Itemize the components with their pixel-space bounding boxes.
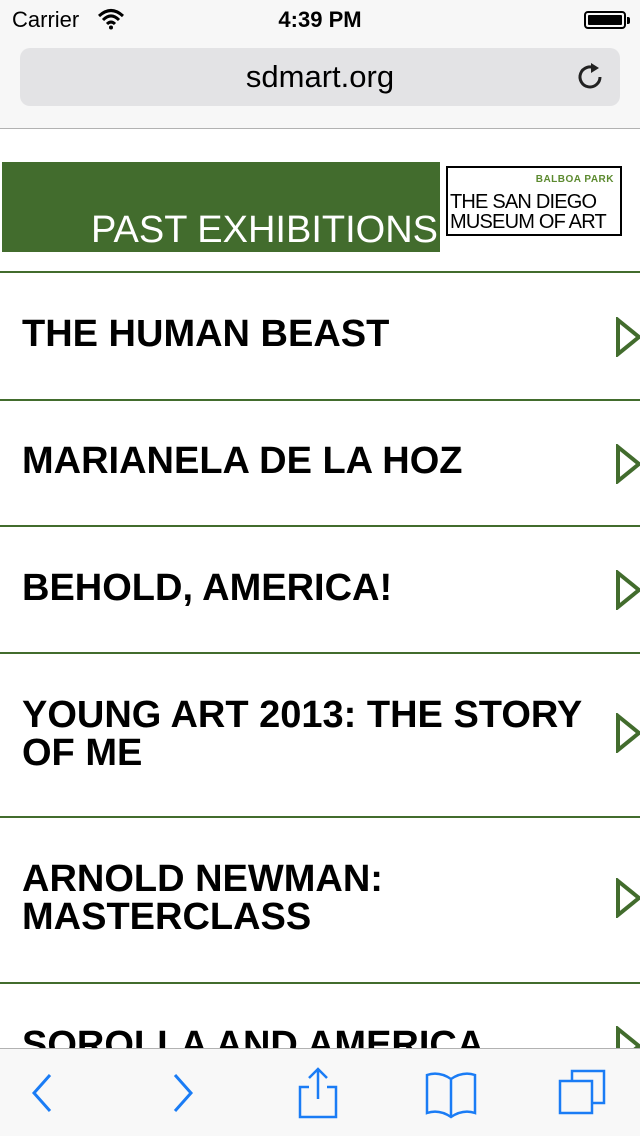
bookmarks-button[interactable] bbox=[423, 1065, 479, 1121]
chevron-right-icon bbox=[616, 570, 640, 610]
url-field[interactable]: sdmart.org bbox=[20, 48, 620, 106]
exhibition-title: THE HUMAN BEAST bbox=[22, 313, 390, 355]
exhibition-title: ARNOLD NEWMAN: MASTERCLASS bbox=[22, 858, 383, 938]
url-text: sdmart.org bbox=[245, 59, 395, 94]
back-icon bbox=[31, 1074, 52, 1112]
clock: 4:39 PM bbox=[278, 7, 362, 32]
chevron-right-icon bbox=[616, 317, 640, 357]
forward-button[interactable] bbox=[155, 1065, 211, 1121]
browser-address-bar: sdmart.org bbox=[0, 40, 640, 129]
back-button[interactable] bbox=[14, 1065, 70, 1121]
logo-line-2: MUSEUM OF ART bbox=[450, 211, 607, 233]
chevron-right-icon bbox=[616, 444, 640, 484]
exhibition-title: YOUNG ART 2013: THE STORY OF ME bbox=[22, 694, 582, 774]
list-item[interactable]: YOUNG ART 2013: THE STORY OF ME bbox=[0, 652, 640, 816]
page-header: PAST EXHIBITIONS BALBOA PARK THE SAN DIE… bbox=[0, 162, 640, 252]
tabs-button[interactable] bbox=[556, 1065, 612, 1121]
browser-toolbar bbox=[0, 1048, 640, 1136]
share-icon bbox=[298, 1067, 338, 1119]
exhibition-list: THE HUMAN BEAST MARIANELA DE LA HOZ BEHO… bbox=[0, 271, 640, 1122]
chevron-right-icon bbox=[616, 878, 640, 918]
page-title: PAST EXHIBITIONS bbox=[90, 209, 438, 251]
exhibition-title: MARIANELA DE LA HOZ bbox=[22, 440, 463, 482]
list-item[interactable]: THE HUMAN BEAST bbox=[0, 271, 640, 399]
logo-tagline: BALBOA PARK bbox=[535, 174, 614, 185]
logo-line-1: THE SAN DIEGO bbox=[450, 191, 597, 213]
exhibition-title: BEHOLD, AMERICA! bbox=[22, 567, 393, 609]
share-button[interactable] bbox=[290, 1065, 346, 1121]
battery-icon bbox=[584, 11, 630, 29]
tabs-icon bbox=[558, 1069, 606, 1115]
list-item[interactable]: BEHOLD, AMERICA! bbox=[0, 525, 640, 652]
list-item[interactable]: MARIANELA DE LA HOZ bbox=[0, 399, 640, 525]
status-bar: Carrier 4:39 PM bbox=[0, 0, 640, 40]
museum-logo[interactable]: BALBOA PARK THE SAN DIEGO MUSEUM OF ART bbox=[446, 166, 622, 236]
forward-icon bbox=[173, 1074, 194, 1112]
reload-icon[interactable] bbox=[576, 62, 606, 92]
chevron-right-icon bbox=[616, 713, 640, 753]
bookmarks-icon bbox=[425, 1072, 477, 1119]
list-item[interactable]: ARNOLD NEWMAN: MASTERCLASS bbox=[0, 816, 640, 982]
header-band: PAST EXHIBITIONS bbox=[2, 162, 440, 252]
